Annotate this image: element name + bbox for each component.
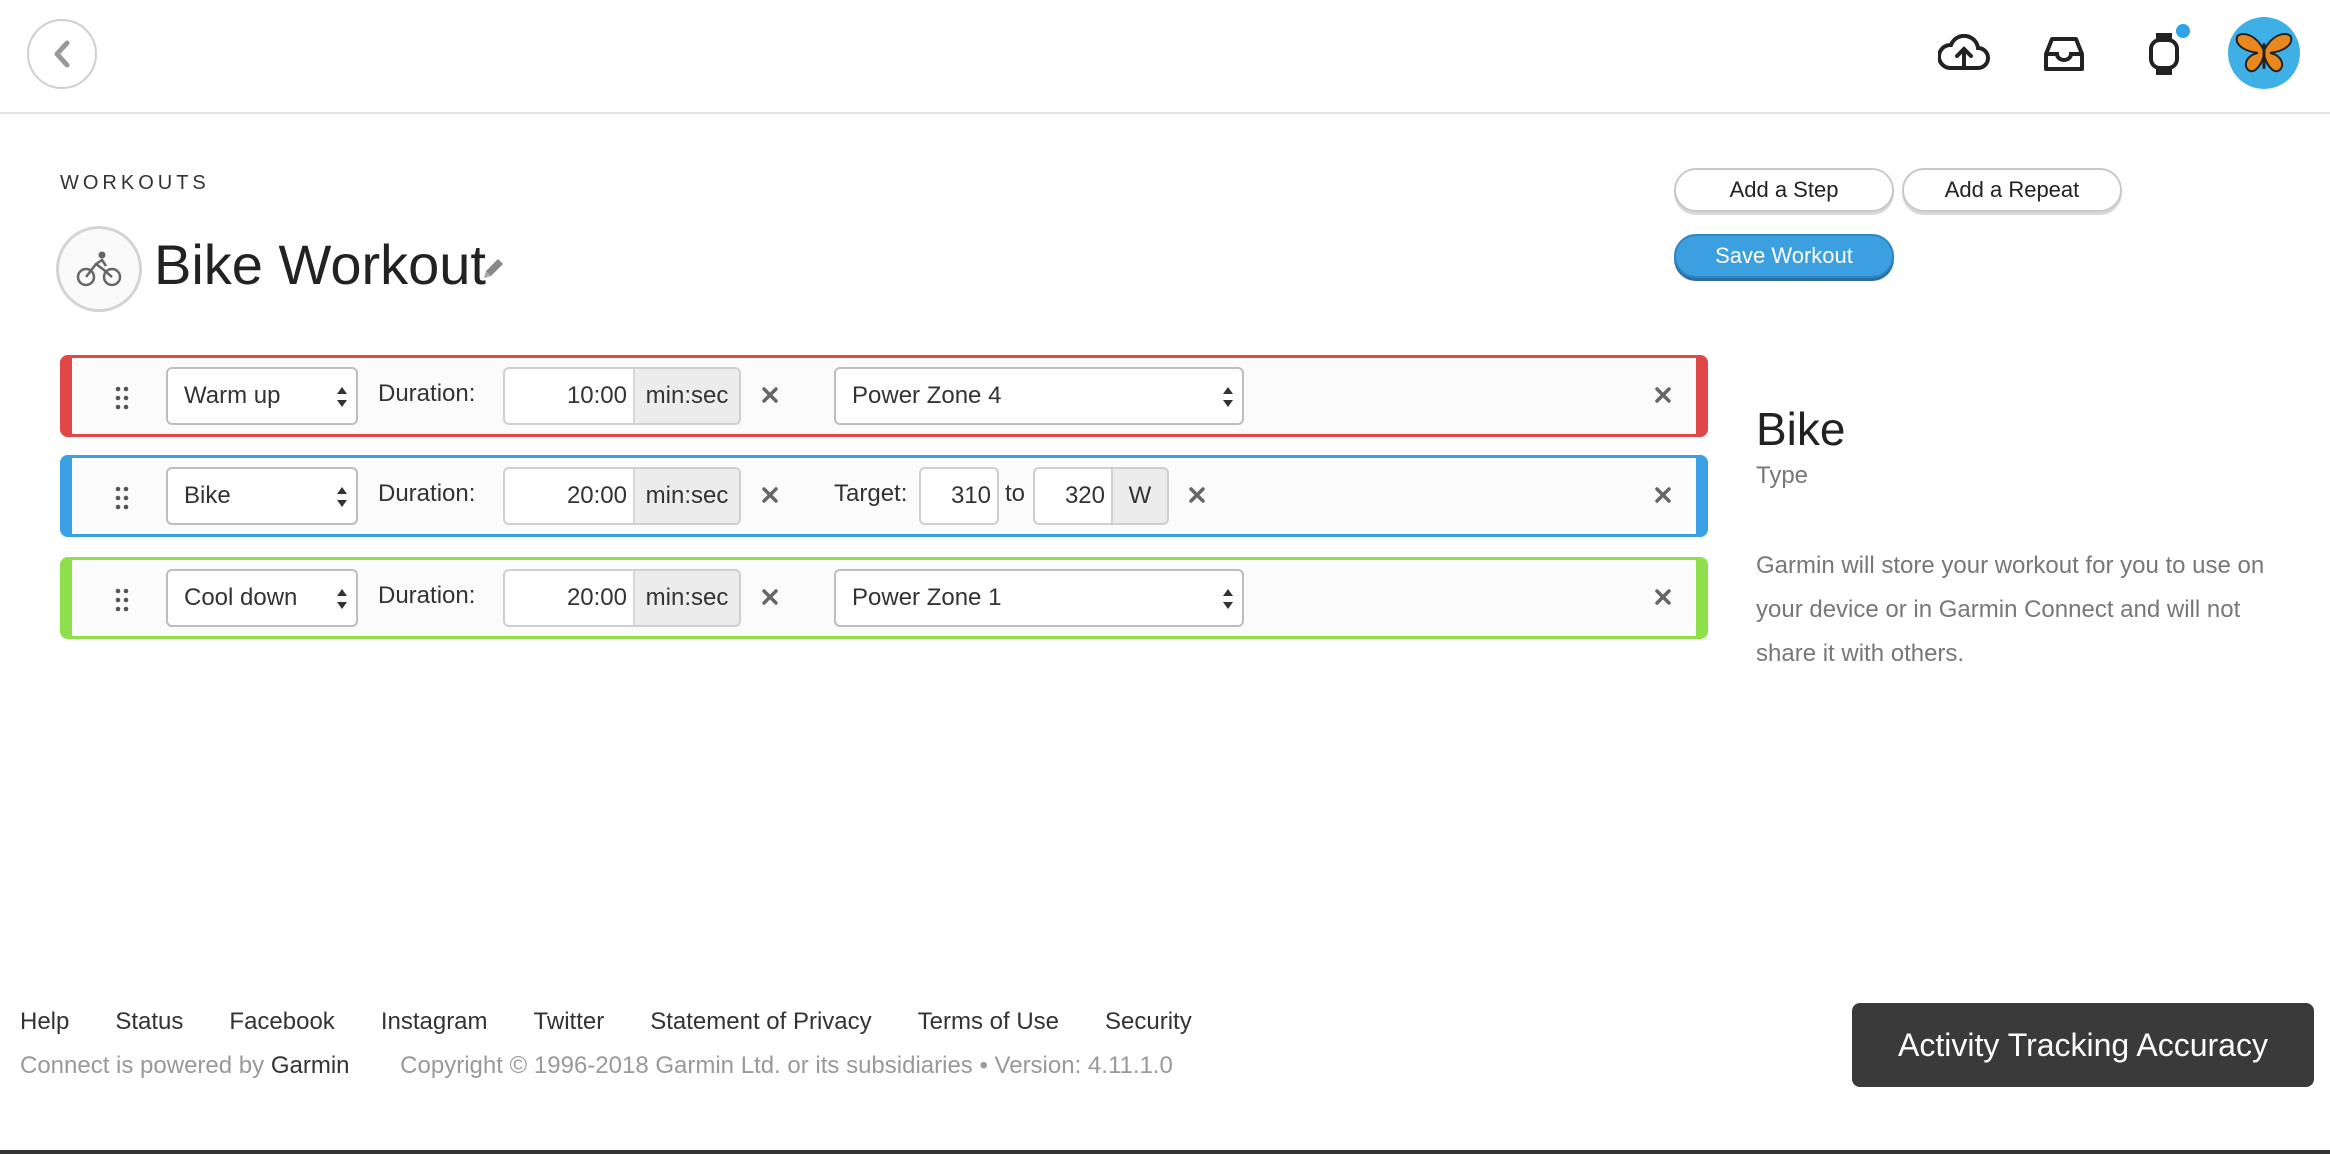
drag-handle-icon[interactable] xyxy=(115,486,129,510)
duration-field[interactable]: 20:00 min:sec xyxy=(503,569,741,627)
avatar[interactable] xyxy=(2228,17,2300,89)
info-text: Garmin will store your workout for you t… xyxy=(1756,552,2265,667)
drag-handle-icon[interactable] xyxy=(115,588,129,612)
step-type-select[interactable]: Bike xyxy=(166,467,358,525)
footer-link-instagram[interactable]: Instagram xyxy=(381,1008,488,1036)
step-color-bar xyxy=(60,455,72,537)
top-bar xyxy=(0,0,2330,114)
step-color-bar xyxy=(1696,455,1708,537)
garmin-link[interactable]: Garmin xyxy=(271,1052,350,1079)
target-value: Power Zone 1 xyxy=(852,584,1002,611)
select-arrows-icon xyxy=(337,589,347,609)
clear-target-icon[interactable] xyxy=(1188,486,1206,504)
inbox-icon xyxy=(2044,37,2084,71)
step-type-value: Bike xyxy=(184,482,231,509)
footer-meta: Connect is powered by Garmin Copyright ©… xyxy=(20,1052,1173,1080)
footer-link-terms[interactable]: Terms of Use xyxy=(918,1008,1059,1036)
target-label: Target: xyxy=(834,480,908,507)
select-arrows-icon xyxy=(1223,589,1233,609)
save-workout-button[interactable]: Save Workout xyxy=(1674,234,1894,278)
delete-step-icon[interactable] xyxy=(1654,386,1672,404)
duration-value[interactable]: 20:00 xyxy=(505,571,633,625)
step-color-bar xyxy=(1696,557,1708,639)
footer-links: Help Status Facebook Instagram Twitter S… xyxy=(20,1008,1238,1036)
step-color-bar xyxy=(60,355,72,437)
step-type-value: Cool down xyxy=(184,584,298,611)
duration-field[interactable]: 10:00 min:sec xyxy=(503,367,741,425)
bottom-border xyxy=(0,1150,2330,1154)
delete-step-icon[interactable] xyxy=(1654,588,1672,606)
clear-duration-icon[interactable] xyxy=(761,386,779,404)
target-value: Power Zone 4 xyxy=(852,382,1002,409)
duration-unit: min:sec xyxy=(633,369,739,423)
bike-icon xyxy=(76,251,122,287)
butterfly-icon xyxy=(2235,33,2293,73)
duration-value[interactable]: 10:00 xyxy=(505,369,633,423)
select-arrows-icon xyxy=(1223,387,1233,407)
target-unit: W xyxy=(1113,467,1169,525)
workout-step: Warm up Duration: 10:00 min:sec Power Zo… xyxy=(60,355,1708,437)
workout-step: Cool down Duration: 20:00 min:sec Power … xyxy=(60,557,1708,639)
step-color-bar xyxy=(1696,355,1708,437)
step-type-select[interactable]: Warm up xyxy=(166,367,358,425)
duration-field[interactable]: 20:00 min:sec xyxy=(503,467,741,525)
select-arrows-icon xyxy=(337,487,347,507)
upload-button[interactable] xyxy=(1936,26,1992,82)
step-type-select[interactable]: Cool down xyxy=(166,569,358,627)
duration-unit: min:sec xyxy=(633,469,739,523)
back-button[interactable] xyxy=(27,19,97,89)
step-color-bar xyxy=(60,557,72,639)
upload-cloud-icon xyxy=(1938,34,1990,70)
target-to-label: to xyxy=(1005,480,1026,507)
duration-unit: min:sec xyxy=(633,571,739,625)
select-arrows-icon xyxy=(337,387,347,407)
drag-handle-icon[interactable] xyxy=(115,386,129,410)
workout-step: Bike Duration: 20:00 min:sec Target: 310… xyxy=(60,455,1708,537)
inbox-button[interactable] xyxy=(2036,26,2092,82)
target-select[interactable]: Power Zone 4 xyxy=(834,367,1244,425)
step-type-value: Warm up xyxy=(184,382,281,409)
duration-label: Duration: xyxy=(378,582,476,609)
clear-duration-icon[interactable] xyxy=(761,588,779,606)
target-to-input[interactable]: 320 xyxy=(1033,467,1113,525)
notification-dot xyxy=(2176,24,2190,38)
info-subtitle: Type xyxy=(1756,462,1809,489)
powered-by-text: Connect is powered by xyxy=(20,1052,265,1079)
section-label: WORKOUTS xyxy=(60,172,210,194)
clear-duration-icon[interactable] xyxy=(761,486,779,504)
duration-value[interactable]: 20:00 xyxy=(505,469,633,523)
duration-label: Duration: xyxy=(378,480,476,507)
footer-link-privacy[interactable]: Statement of Privacy xyxy=(650,1008,871,1036)
activity-type-icon xyxy=(56,226,142,312)
footer-link-twitter[interactable]: Twitter xyxy=(534,1008,605,1036)
watch-icon xyxy=(2149,33,2179,75)
footer-link-help[interactable]: Help xyxy=(20,1008,69,1036)
chevron-left-icon xyxy=(54,40,70,68)
delete-step-icon[interactable] xyxy=(1654,486,1672,504)
duration-label: Duration: xyxy=(378,380,476,407)
add-repeat-button[interactable]: Add a Repeat xyxy=(1902,168,2122,212)
add-step-button[interactable]: Add a Step xyxy=(1674,168,1894,212)
page-title: Bike Workout xyxy=(154,233,486,296)
info-title: Bike xyxy=(1756,403,1846,455)
activity-tracking-accuracy-button[interactable]: Activity Tracking Accuracy xyxy=(1852,1003,2314,1087)
footer-link-facebook[interactable]: Facebook xyxy=(229,1008,334,1036)
footer-link-status[interactable]: Status xyxy=(115,1008,183,1036)
target-select[interactable]: Power Zone 1 xyxy=(834,569,1244,627)
target-from-input[interactable]: 310 xyxy=(919,467,999,525)
footer-link-security[interactable]: Security xyxy=(1105,1008,1192,1036)
copyright-text: Copyright © 1996-2018 Garmin Ltd. or its… xyxy=(400,1052,1173,1079)
pencil-icon[interactable] xyxy=(480,256,506,282)
